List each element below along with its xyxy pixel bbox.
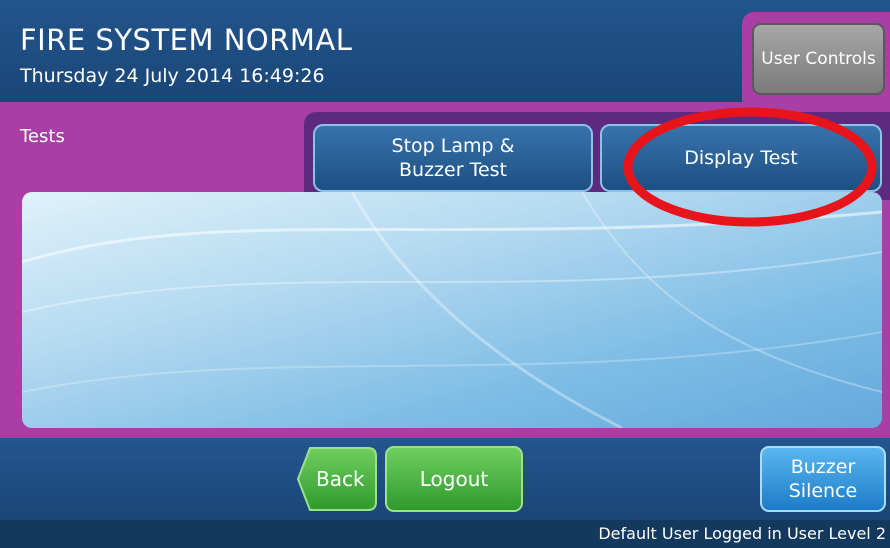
back-button-label[interactable]: Back [316,467,365,491]
stop-lamp-buzzer-test-button[interactable]: Stop Lamp & Buzzer Test [313,124,593,192]
buzzer-silence-button[interactable]: Buzzer Silence [760,446,886,512]
logout-button[interactable]: Logout [385,446,523,512]
system-status-title: FIRE SYSTEM NORMAL [20,23,353,57]
display-test-button[interactable]: Display Test [600,124,882,192]
tests-content-area [22,192,882,428]
user-login-status: Default User Logged in User Level 2 [598,524,886,543]
background-swirl-graphic [22,192,882,428]
user-controls-button[interactable]: User Controls [752,23,885,95]
date-time-display: Thursday 24 July 2014 16:49:26 [20,65,325,87]
tests-tab-label: Tests [20,126,65,147]
